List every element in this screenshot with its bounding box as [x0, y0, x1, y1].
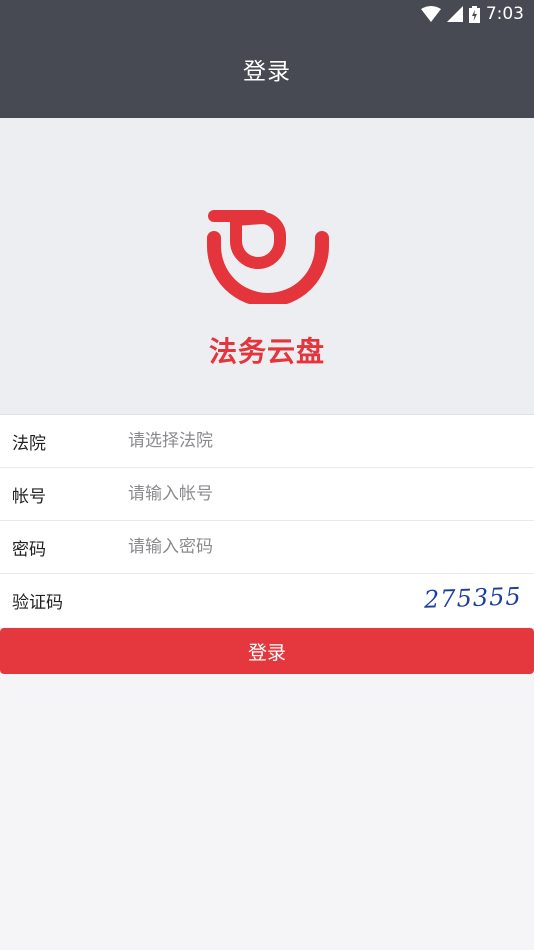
- password-label: 密码: [12, 539, 46, 560]
- smile-logo-icon: [206, 208, 330, 307]
- court-row[interactable]: 法院: [0, 415, 534, 468]
- cell-signal-icon: [446, 6, 463, 22]
- court-select[interactable]: [128, 415, 522, 467]
- captcha-image-text: 275355: [423, 582, 523, 614]
- wifi-icon: [420, 6, 441, 22]
- captcha-image[interactable]: 275355: [420, 582, 523, 618]
- account-input[interactable]: [128, 468, 522, 520]
- status-bar: 7:03: [420, 4, 524, 24]
- account-row: 帐号: [0, 468, 534, 521]
- login-form: 法院 帐号 密码 验证码 275355: [0, 414, 534, 627]
- password-row: 密码: [0, 521, 534, 574]
- login-button[interactable]: 登录: [0, 628, 534, 674]
- account-label: 帐号: [12, 486, 46, 507]
- captcha-input[interactable]: [128, 574, 414, 627]
- captcha-row: 验证码 275355: [0, 574, 534, 627]
- page-title: 登录: [243, 59, 291, 85]
- password-input[interactable]: [128, 521, 522, 573]
- battery-icon: [468, 5, 480, 23]
- app-bar: 7:03 登录: [0, 0, 534, 118]
- status-time: 7:03: [485, 4, 524, 24]
- captcha-label: 验证码: [12, 593, 63, 613]
- brand-name: 法务云盘: [208, 335, 325, 368]
- court-label: 法院: [12, 433, 46, 454]
